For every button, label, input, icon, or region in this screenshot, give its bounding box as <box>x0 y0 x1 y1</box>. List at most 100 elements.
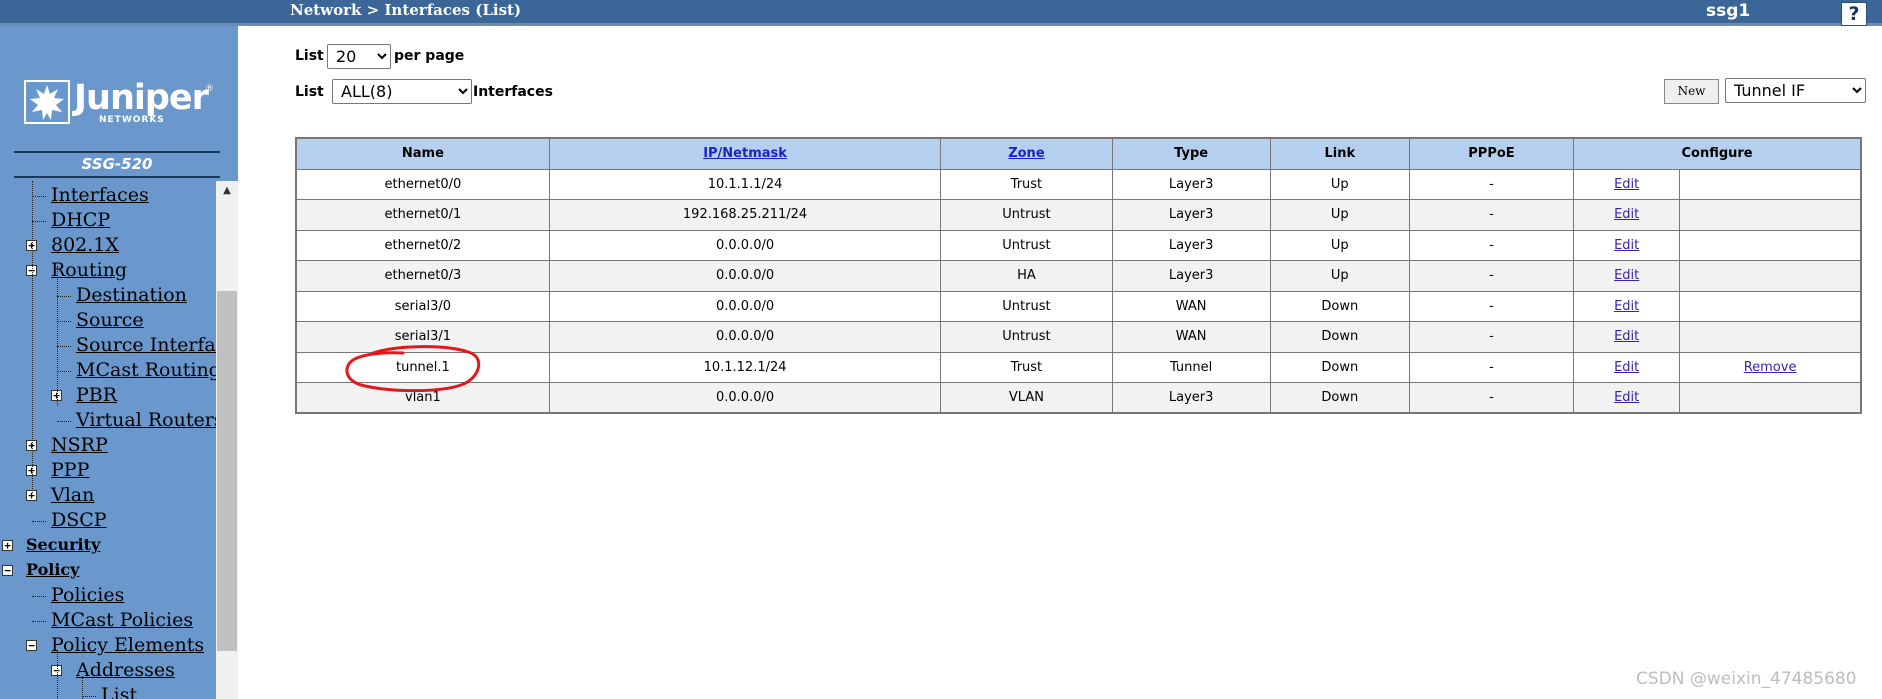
edit-cell: Edit <box>1573 199 1681 231</box>
table-row: ethernet0/0 10.1.1.1/24 Trust Layer3 Up - Edit <box>295 168 1862 200</box>
table-row: ethernet0/1 192.168.25.211/24 Untrust Layer… <box>295 199 1862 231</box>
link-cell: Down <box>1269 351 1410 383</box>
tree-connector <box>32 181 33 493</box>
model-divider-top <box>14 151 220 153</box>
edit-link[interactable]: Edit <box>1614 360 1639 375</box>
link-cell: Up <box>1269 199 1410 231</box>
sidebar-item-vlan[interactable]: Vlan <box>51 484 94 506</box>
interfaces-table: Name IP/Netmask Zone Type Link PPPoE Con… <box>295 137 1862 414</box>
sidebar-item-interfaces[interactable]: Interfaces <box>51 184 149 206</box>
sidebar-item-dscp[interactable]: DSCP <box>51 509 107 531</box>
column-header-ip[interactable]: IP/Netmask <box>548 137 942 170</box>
zone-cell: Untrust <box>940 321 1113 353</box>
sidebar-item-ppp[interactable]: PPP <box>51 459 89 481</box>
per-page-select[interactable]: 20 <box>327 44 391 69</box>
sort-zone-link[interactable]: Zone <box>1008 146 1044 161</box>
ip-netmask-cell: 0.0.0.0/0 <box>548 229 942 261</box>
edit-link[interactable]: Edit <box>1614 207 1639 222</box>
table-row: vlan1 0.0.0.0/0 VLAN Layer3 Down - Edit <box>295 382 1862 414</box>
edit-link[interactable]: Edit <box>1614 329 1639 344</box>
edit-link[interactable]: Edit <box>1614 390 1639 405</box>
help-button[interactable]: ? <box>1841 2 1867 26</box>
sidebar-item-source[interactable]: Source <box>76 309 144 331</box>
sidebar-item-policies[interactable]: Policies <box>51 584 124 606</box>
sidebar-item-802-1x[interactable]: 802.1X <box>51 234 119 256</box>
edit-cell: Edit <box>1573 290 1681 322</box>
column-header-zone[interactable]: Zone <box>940 137 1113 170</box>
watermark: CSDN @weixin_47485680 <box>1636 669 1857 689</box>
pppoe-cell: - <box>1408 351 1575 383</box>
tree-connector <box>32 521 46 522</box>
list-label: List <box>295 48 324 64</box>
link-cell: Up <box>1269 168 1410 200</box>
sidebar-item-list[interactable]: List <box>101 684 137 699</box>
interface-type-select[interactable]: Tunnel IF <box>1725 78 1866 103</box>
zone-cell: VLAN <box>940 382 1113 414</box>
interface-name-cell: serial3/1 <box>295 321 550 353</box>
tree-connector <box>57 371 71 372</box>
zone-cell: Untrust <box>940 229 1113 261</box>
edit-cell: Edit <box>1573 321 1681 353</box>
remove-link[interactable]: Remove <box>1744 360 1797 375</box>
remove-cell <box>1679 199 1862 231</box>
sidebar-item-policy-elements[interactable]: Policy Elements <box>51 634 204 656</box>
ip-netmask-cell: 0.0.0.0/0 <box>548 382 942 414</box>
edit-link[interactable]: Edit <box>1614 177 1639 192</box>
breadcrumb: Network > Interfaces (List) <box>290 1 522 19</box>
sidebar-item-mcast-policies[interactable]: MCast Policies <box>51 609 193 631</box>
tree-connector <box>57 651 58 699</box>
table-row: serial3/1 0.0.0.0/0 Untrust WAN Down - Edit <box>295 321 1862 353</box>
edit-cell: Edit <box>1573 382 1681 414</box>
edit-cell: Edit <box>1573 351 1681 383</box>
ip-netmask-cell: 0.0.0.0/0 <box>548 321 942 353</box>
table-row: ethernet0/2 0.0.0.0/0 Untrust Layer3 Up - Edit <box>295 229 1862 261</box>
sidebar-item-destination[interactable]: Destination <box>76 284 187 306</box>
sidebar-item-nsrp[interactable]: NSRP <box>51 434 108 456</box>
sidebar-item-addresses[interactable]: Addresses <box>76 659 175 681</box>
sidebar-item-source-interface[interactable]: Source Interface <box>76 334 216 356</box>
sidebar-item-pbr[interactable]: PBR <box>76 384 117 406</box>
sidebar-item-routing[interactable]: Routing <box>51 259 127 281</box>
sidebar-item-dhcp[interactable]: DHCP <box>51 209 110 231</box>
edit-link[interactable]: Edit <box>1614 268 1639 283</box>
logo-registered: ® <box>205 84 214 94</box>
collapse-icon[interactable]: − <box>26 640 37 651</box>
sidebar-scrollbar[interactable]: ▲ <box>216 181 238 699</box>
ip-netmask-cell: 10.1.1.1/24 <box>548 168 942 200</box>
tree-connector <box>32 621 46 622</box>
tree-connector <box>32 196 46 197</box>
type-cell: Layer3 <box>1111 382 1271 414</box>
per-page-label: per page <box>394 48 465 64</box>
juniper-logo: Juniper ® NETWORKS <box>24 78 214 128</box>
scroll-thumb[interactable] <box>217 291 237 651</box>
expand-icon[interactable]: + <box>2 540 13 551</box>
sidebar-item-security[interactable]: Security <box>26 534 100 556</box>
table-row: ethernet0/3 0.0.0.0/0 HA Layer3 Up - Edit <box>295 260 1862 292</box>
pppoe-cell: - <box>1408 382 1575 414</box>
collapse-icon[interactable]: − <box>2 565 13 576</box>
interface-name-cell: ethernet0/3 <box>295 260 550 292</box>
edit-link[interactable]: Edit <box>1614 238 1639 253</box>
sidebar-item-virtual-routers[interactable]: Virtual Routers <box>76 409 216 431</box>
tree-connector <box>57 421 71 422</box>
remove-cell <box>1679 321 1862 353</box>
tree-connector <box>57 266 58 406</box>
ip-netmask-cell: 10.1.12.1/24 <box>548 351 942 383</box>
interface-filter-select[interactable]: ALL(8) <box>332 79 472 104</box>
logo-text: Juniper <box>74 78 209 118</box>
tree-connector <box>57 346 71 347</box>
interface-name-cell: vlan1 <box>295 382 550 414</box>
type-cell: Layer3 <box>1111 168 1271 200</box>
sidebar-item-policy[interactable]: Policy <box>26 559 79 581</box>
pppoe-cell: - <box>1408 229 1575 261</box>
sort-ip-link[interactable]: IP/Netmask <box>703 146 787 161</box>
type-cell: WAN <box>1111 290 1271 322</box>
type-cell: WAN <box>1111 321 1271 353</box>
new-button[interactable]: New <box>1664 79 1719 104</box>
sidebar-item-mcast-routing[interactable]: MCast Routing <box>76 359 216 381</box>
link-cell: Down <box>1269 321 1410 353</box>
model-divider-bottom <box>14 176 220 178</box>
scroll-up-arrow-icon[interactable]: ▲ <box>216 181 238 201</box>
edit-link[interactable]: Edit <box>1614 299 1639 314</box>
tree-connector <box>32 596 46 597</box>
